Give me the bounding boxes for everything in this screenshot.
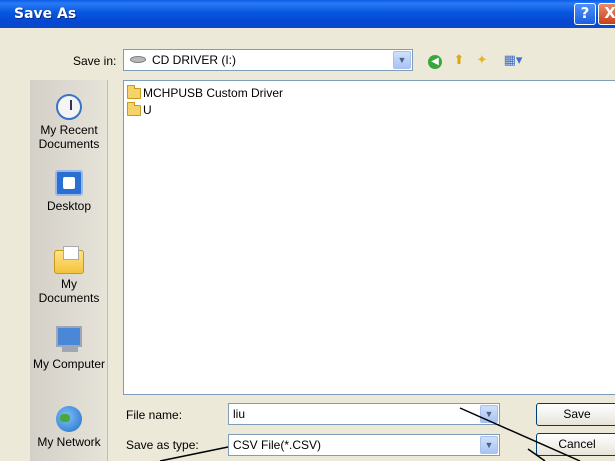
save-as-type-label: Save as type:	[126, 438, 199, 452]
my-computer-icon	[54, 324, 84, 354]
file-name-label: File name:	[126, 408, 183, 422]
chevron-down-icon[interactable]: ▼	[480, 405, 498, 423]
chevron-down-icon[interactable]: ▼	[393, 51, 411, 69]
my-network-icon	[56, 406, 82, 432]
back-icon[interactable]: ◀	[425, 51, 445, 69]
place-label: My Recent Documents	[38, 123, 100, 151]
save-as-type-dropdown[interactable]: CSV File(*.CSV) ▼	[228, 434, 500, 456]
save-as-dialog: Save As ? X Save in: CD DRIVER (I:) ▼ ◀ …	[0, 0, 615, 461]
folder-icon	[127, 85, 141, 99]
file-name: MCHPUSB Custom Driver	[143, 86, 284, 100]
place-label: Desktop	[46, 199, 92, 213]
close-button[interactable]: X	[598, 3, 615, 25]
window-title: Save As	[14, 6, 77, 22]
file-list[interactable]: MCHPUSB Custom Driver U	[123, 80, 615, 395]
file-name-value: liu	[233, 407, 246, 421]
my-documents-icon	[54, 246, 84, 274]
places-bar: My Recent Documents Desktop My Documents…	[30, 80, 108, 461]
up-folder-icon[interactable]: ⬆	[449, 51, 469, 69]
place-my-documents[interactable]: My Documents	[30, 244, 108, 305]
list-item[interactable]: U	[127, 102, 152, 118]
place-my-computer[interactable]: My Computer	[30, 324, 108, 371]
list-item[interactable]: MCHPUSB Custom Driver	[127, 85, 283, 101]
title-bar[interactable]: Save As ? X	[0, 0, 615, 28]
save-in-value: CD DRIVER (I:)	[152, 53, 236, 67]
cancel-button[interactable]: Cancel	[536, 433, 615, 456]
views-menu-icon[interactable]: ▦▾	[499, 51, 527, 69]
save-in-label: Save in:	[73, 54, 117, 68]
place-my-recent-documents[interactable]: My Recent Documents	[30, 90, 108, 151]
place-my-network[interactable]: My Network	[30, 402, 108, 449]
folder-icon	[127, 102, 141, 116]
save-button[interactable]: Save	[536, 403, 615, 426]
chevron-down-icon[interactable]: ▼	[480, 436, 498, 454]
back-arrow-glyph: ◀	[428, 55, 442, 69]
new-folder-icon[interactable]: ✦	[472, 51, 492, 69]
recent-documents-icon	[56, 94, 82, 120]
save-as-type-value: CSV File(*.CSV)	[233, 438, 322, 452]
cd-drive-icon	[130, 56, 146, 63]
place-label: My Network	[37, 435, 101, 449]
place-label: My Computer	[32, 357, 106, 371]
place-label: My Documents	[38, 277, 100, 305]
desktop-icon	[55, 170, 83, 196]
save-in-dropdown[interactable]: CD DRIVER (I:) ▼	[123, 49, 413, 71]
file-name-input[interactable]: liu ▼	[228, 403, 500, 425]
file-name: U	[143, 103, 152, 117]
place-desktop[interactable]: Desktop	[30, 166, 108, 213]
help-button[interactable]: ?	[574, 3, 596, 25]
